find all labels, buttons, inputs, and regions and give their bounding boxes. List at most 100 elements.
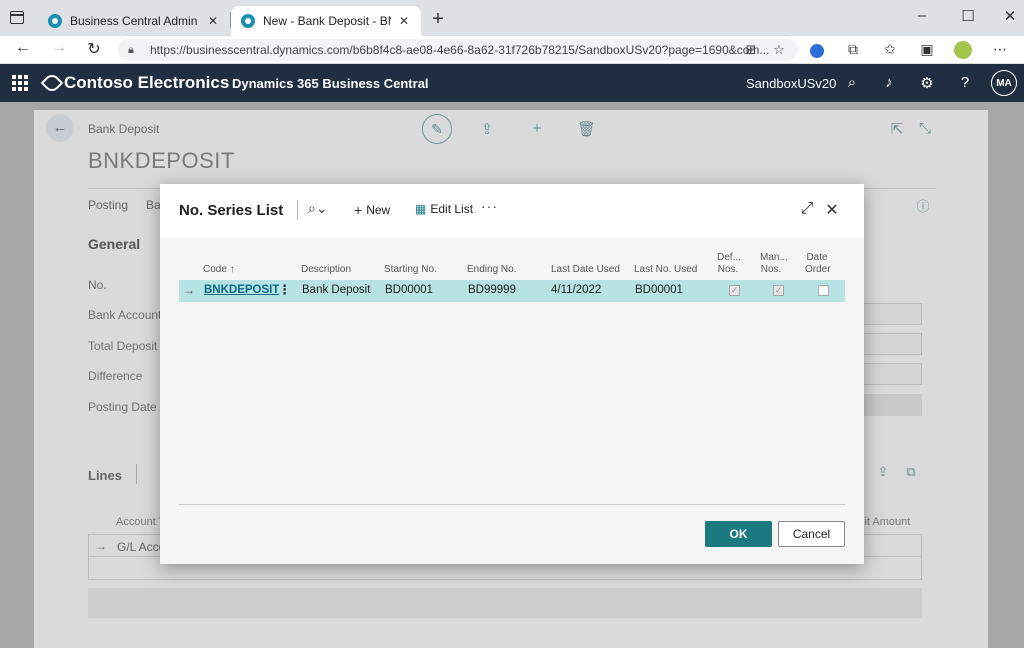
cell-code[interactable]: BNKDEPOSIT <box>204 284 279 296</box>
help-icon[interactable]: ? <box>956 74 974 91</box>
column-header-default-nos[interactable]: Def... Nos. <box>717 252 741 276</box>
new-button[interactable]: + New <box>354 202 390 218</box>
edit-pencil-icon[interactable]: ✎ <box>422 114 452 144</box>
checkbox-manual-nos[interactable]: ✓ <box>773 285 784 296</box>
share-icon[interactable]: ⇪ <box>874 464 892 480</box>
edit-list-button[interactable]: ▦ Edit List <box>415 202 473 216</box>
browser-address-bar: ← → ↻ 🔒︎ https://businesscentral.dynamic… <box>0 36 1024 64</box>
new-plus-icon[interactable]: + <box>528 120 546 137</box>
close-icon[interactable]: ✕ <box>823 200 841 220</box>
dropdown-field-input[interactable] <box>860 363 922 385</box>
column-header-code[interactable]: Code ↑ <box>203 264 235 276</box>
tab-title: Business Central Admin Center <box>70 14 200 28</box>
ok-button[interactable]: OK <box>705 521 772 547</box>
delete-trash-icon[interactable]: 🗑︎ <box>577 120 596 138</box>
bc-favicon-icon <box>241 14 255 28</box>
url-text: https://businesscentral.dynamics.com/b6b… <box>150 43 770 57</box>
checkbox-default-nos[interactable]: ✓ <box>729 285 740 296</box>
browser-tab-admin-center[interactable]: Business Central Admin Center ✕ <box>38 6 230 36</box>
forward-icon[interactable]: → <box>48 39 70 57</box>
tab-actions-icon[interactable] <box>10 11 24 24</box>
company-name[interactable]: Contoso Electronics <box>40 71 230 95</box>
search-icon[interactable]: ⌕ <box>843 74 861 91</box>
column-header-date-order[interactable]: Date Order <box>805 252 831 276</box>
table-row[interactable]: → BNKDEPOSIT ⋮ Bank Deposit BD00001 BD99… <box>179 280 845 302</box>
search-icon[interactable]: ⌕⌄ <box>308 200 328 217</box>
new-tab-icon[interactable]: + <box>428 8 448 31</box>
company-name-text: Contoso Electronics <box>64 73 230 92</box>
environment-name[interactable]: SandboxUSv20 <box>746 76 836 91</box>
column-header-ending-no[interactable]: Ending No. <box>467 264 516 276</box>
lock-icon[interactable]: 🔒︎ <box>128 44 142 57</box>
expand-dialog-icon[interactable]: ⤢ <box>798 200 816 218</box>
collections-icon[interactable]: ▣ <box>917 41 937 58</box>
column-header-last-date-used[interactable]: Last Date Used <box>551 264 620 276</box>
close-tab-icon[interactable]: ✕ <box>206 14 220 28</box>
more-options-icon[interactable]: ··· <box>481 198 498 214</box>
notifications-bell-icon[interactable]: ♪ <box>880 74 898 91</box>
column-header-date-order-line1: Date <box>806 252 828 263</box>
column-header-manual-nos[interactable]: Man... Nos. <box>760 252 788 276</box>
lines-section-title: Lines <box>88 468 122 483</box>
checkbox-date-order[interactable] <box>818 285 829 296</box>
page-title: BNKDEPOSIT <box>88 148 235 173</box>
divider <box>136 464 137 484</box>
column-header-manual-nos-line2: Nos. <box>760 264 782 275</box>
column-header-default-nos-line2: Nos. <box>717 264 739 275</box>
row-arrow-icon: → <box>95 539 107 553</box>
settings-gear-icon[interactable]: ⚙ <box>918 74 936 92</box>
date-field-input[interactable] <box>860 303 922 325</box>
minimize-icon[interactable]: – <box>912 7 932 24</box>
dropdown-field-input[interactable] <box>860 333 922 355</box>
row-selected-arrow-icon: → <box>183 283 195 297</box>
column-header-description[interactable]: Description <box>301 264 351 276</box>
info-icon[interactable]: ⓘ <box>914 196 932 215</box>
back-icon[interactable]: ← <box>12 39 34 57</box>
field-label-no: No. <box>88 278 107 292</box>
column-header-starting-no[interactable]: Starting No. <box>384 264 437 276</box>
column-header-default-nos-line1: Def... <box>717 252 741 263</box>
back-arrow-icon[interactable]: ← <box>46 114 74 142</box>
share-icon[interactable]: ⇪ <box>478 120 496 138</box>
cell-description[interactable]: Bank Deposit <box>302 284 370 296</box>
section-general[interactable]: General <box>88 236 140 252</box>
cell-ending-no[interactable]: BD99999 <box>468 284 516 296</box>
sort-ascending-icon: ↑ <box>229 264 235 275</box>
cell-last-no-used[interactable]: BD00001 <box>635 284 683 296</box>
cell-last-date-used[interactable]: 4/11/2022 <box>551 284 601 296</box>
settings-more-icon[interactable]: ⋯ <box>990 41 1010 58</box>
open-new-window-icon[interactable]: ⇱ <box>888 120 906 138</box>
app-launcher-icon[interactable] <box>12 75 28 91</box>
column-header-last-no-used[interactable]: Last No. Used <box>634 264 697 276</box>
avatar[interactable]: MA <box>991 70 1017 96</box>
browser-tab-bank-deposit[interactable]: New - Bank Deposit - BNKDEPOSIT ✕ <box>231 6 421 36</box>
cancel-button[interactable]: Cancel <box>778 521 845 547</box>
close-tab-icon[interactable]: ✕ <box>397 14 411 28</box>
readonly-field <box>860 394 922 416</box>
cell-starting-no[interactable]: BD00001 <box>385 284 433 296</box>
favorites-icon[interactable]: ✩ <box>880 41 900 58</box>
refresh-icon[interactable]: ↻ <box>83 39 105 59</box>
url-field[interactable]: 🔒︎ https://businesscentral.dynamics.com/… <box>118 39 798 61</box>
action-tab-posting[interactable]: Posting <box>88 198 128 212</box>
collapse-icon[interactable]: ⤡ <box>916 120 934 137</box>
edit-list-icon: ▦ <box>415 202 427 216</box>
maximize-icon[interactable]: ☐ <box>958 7 978 25</box>
browser-tab-bar: Business Central Admin Center ✕ New - Ba… <box>0 0 1024 36</box>
line-account-type[interactable]: G/L Acco <box>117 540 165 554</box>
action-tab-bank[interactable]: Ba <box>146 198 161 212</box>
favorite-star-icon[interactable]: ☆ <box>770 42 788 58</box>
profile-icon[interactable] <box>954 41 972 59</box>
field-label-posting-date: Posting Date <box>88 400 157 414</box>
close-window-icon[interactable]: ✕ <box>1000 7 1020 25</box>
bc-app-bar: Contoso Electronics Dynamics 365 Busines… <box>0 64 1024 102</box>
expand-icon[interactable]: ⧉ <box>902 464 920 480</box>
edit-list-label: Edit List <box>430 202 474 216</box>
extensions-puzzle-icon[interactable]: ⧉ <box>843 41 863 58</box>
new-button-label: New <box>366 203 391 217</box>
tab-title: New - Bank Deposit - BNKDEPOSIT <box>263 14 391 28</box>
app-available-icon[interactable]: ⊞ <box>742 42 760 58</box>
extension-icon[interactable] <box>810 44 824 58</box>
row-actions-icon[interactable]: ⋮ <box>278 282 291 298</box>
dialog-header: No. Series List ⌕⌄ + New ▦ Edit List ···… <box>160 184 864 238</box>
